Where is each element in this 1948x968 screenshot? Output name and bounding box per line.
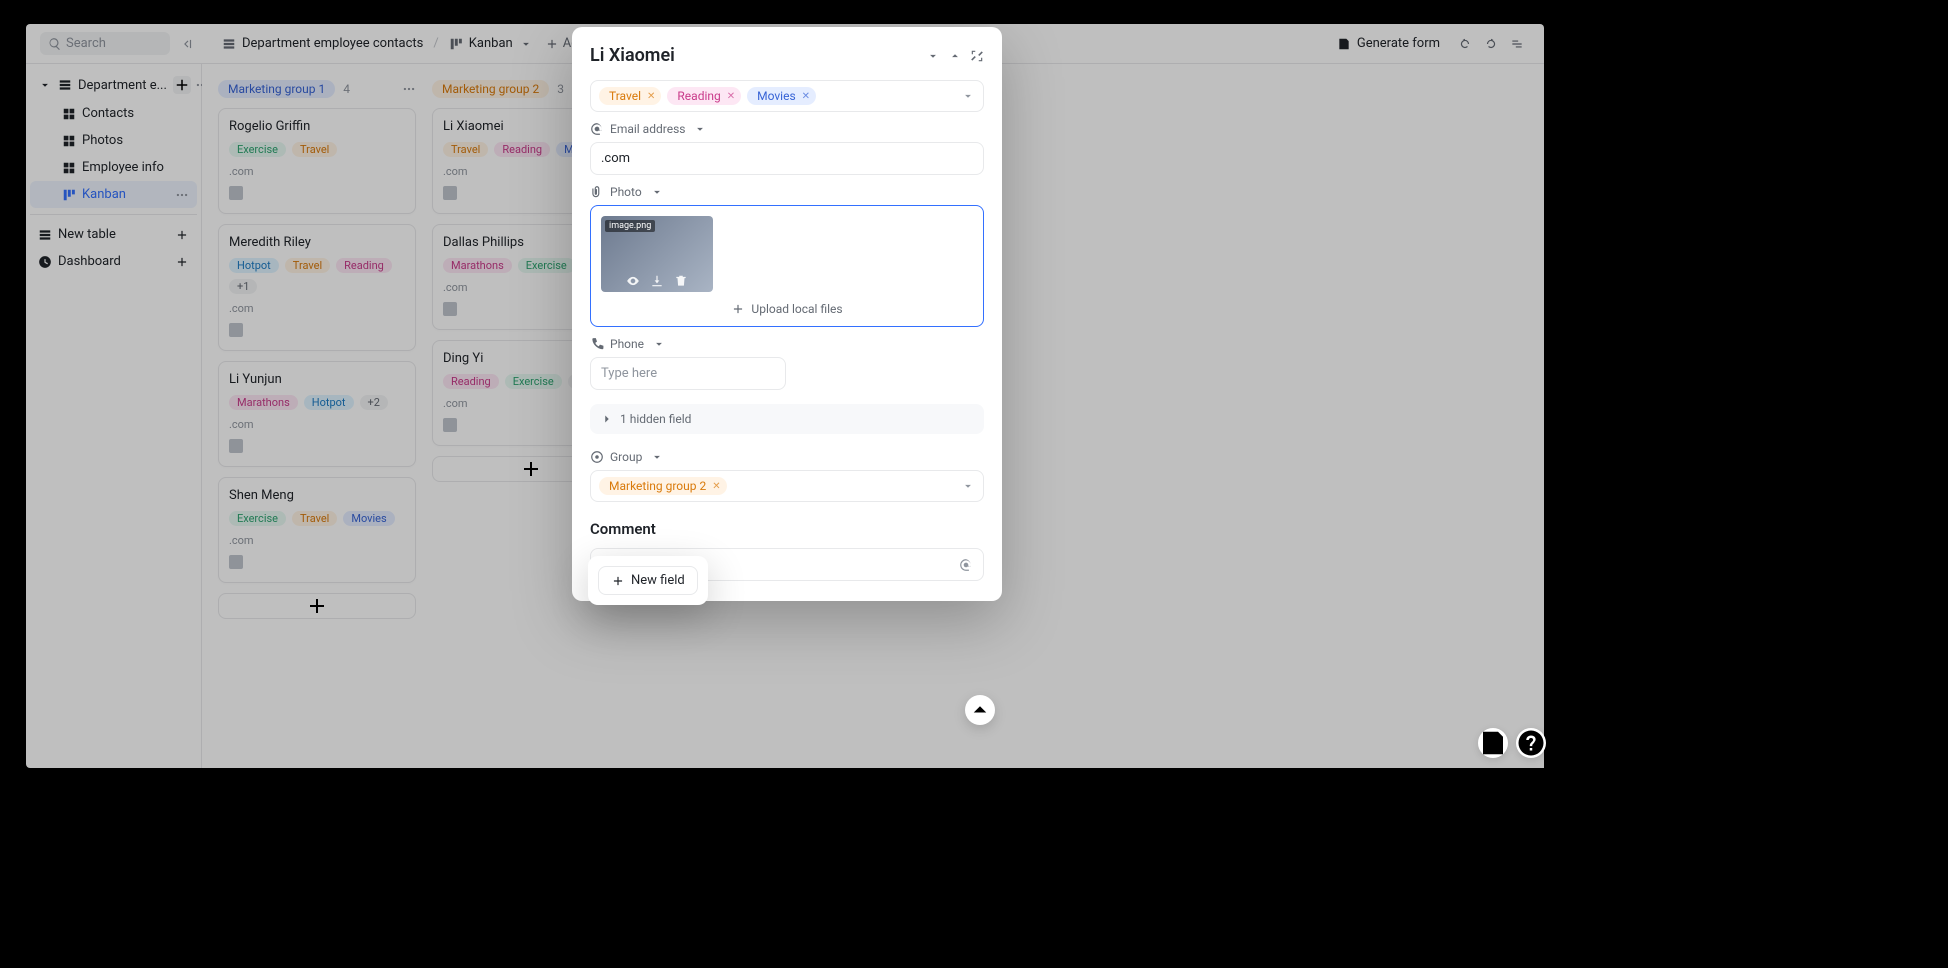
tags-multiselect[interactable]: Travel✕ Reading✕ Movies✕ [590,80,984,112]
new-field-button[interactable]: New field [598,566,698,595]
upload-files-button[interactable]: Upload local files [731,302,842,316]
field-label-group[interactable]: Group [590,450,984,464]
remove-chip-icon[interactable]: ✕ [802,91,810,102]
chevron-down-icon[interactable] [926,49,940,63]
chevron-down-icon [650,185,664,199]
help-fab[interactable] [1516,728,1546,758]
chevron-up-icon[interactable] [948,49,962,63]
trash-icon[interactable] [674,274,688,288]
field-label-phone[interactable]: Phone [590,337,984,351]
tag-chip: Travel✕ [599,87,661,105]
tag-chip: Reading✕ [667,87,741,105]
chevron-down-icon [961,89,975,103]
record-modal: Li Xiaomei Travel✕ Reading✕ Movies✕ Email … [572,27,1002,601]
field-label-email[interactable]: Email address [590,122,984,136]
download-icon[interactable] [650,274,664,288]
chevron-down-icon [650,450,664,464]
chevron-down-icon [961,479,975,493]
tag-chip: Movies✕ [747,87,816,105]
plus-icon [611,574,625,588]
phone-input[interactable]: Type here [590,357,786,390]
remove-chip-icon[interactable]: ✕ [647,91,655,102]
photo-field[interactable]: image.png Upload local files [590,205,984,327]
caret-right-icon [600,412,614,426]
chevron-down-icon [652,337,666,351]
phone-icon [590,337,604,351]
email-input[interactable]: .com [590,142,984,175]
photo-thumbnail[interactable]: image.png [601,216,713,292]
mention-icon[interactable] [959,558,973,572]
scroll-up-fab[interactable] [965,695,995,725]
single-select-icon [590,450,604,464]
remove-chip-icon[interactable]: ✕ [712,481,720,492]
plus-icon [731,302,745,316]
notes-fab[interactable] [1478,728,1508,758]
field-label-photo[interactable]: Photo [590,185,984,199]
photo-filename: image.png [605,220,655,232]
modal-title: Li Xiaomei [590,45,675,66]
eye-icon[interactable] [626,274,640,288]
group-chip: Marketing group 2✕ [599,477,727,495]
chevron-down-icon [693,122,707,136]
comment-header: Comment [590,520,984,538]
new-field-popover: New field [588,556,708,605]
at-icon [590,122,604,136]
attachment-icon [590,185,604,199]
remove-chip-icon[interactable]: ✕ [727,91,735,102]
group-select[interactable]: Marketing group 2✕ [590,470,984,502]
hidden-fields-toggle[interactable]: 1 hidden field [590,404,984,434]
collapse-icon[interactable] [970,49,984,63]
